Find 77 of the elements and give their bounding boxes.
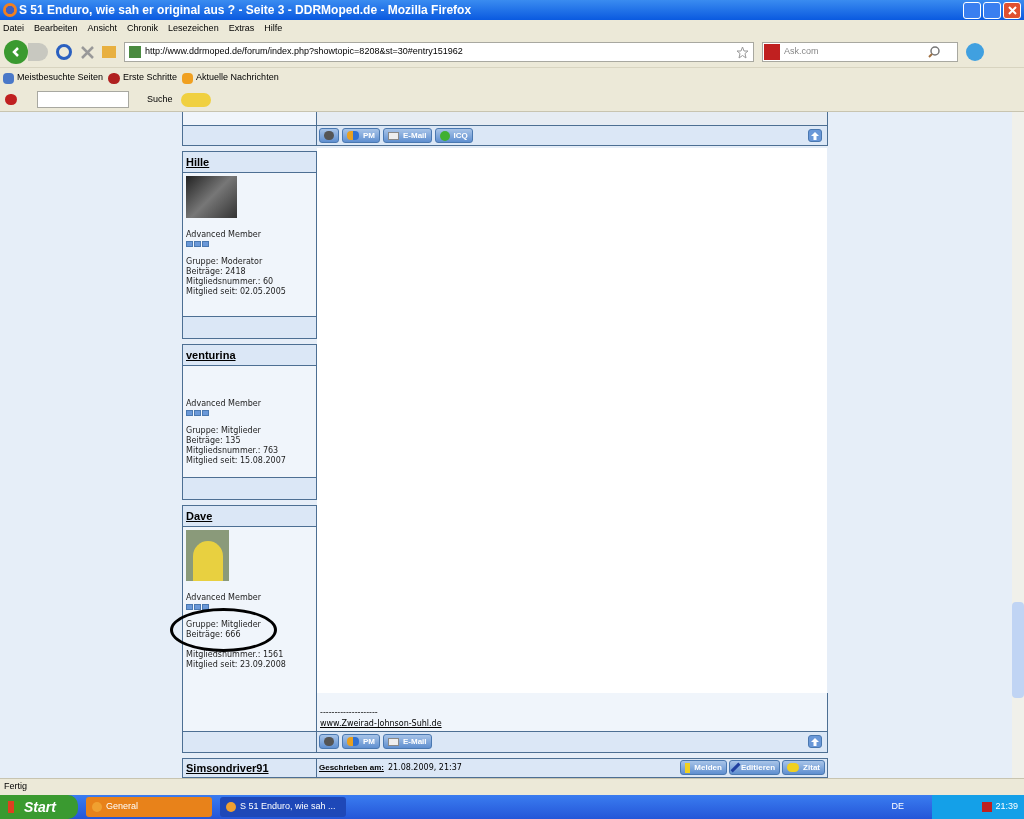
menu-item[interactable]: Hilfe: [264, 21, 283, 36]
app-icon: [226, 802, 236, 812]
bookmark-icon: [108, 72, 121, 84]
rank-pips-icon: [186, 604, 209, 611]
pencil-icon: [730, 762, 741, 773]
bookmark-link[interactable]: Erste Schritte: [123, 71, 178, 85]
member-stat: Gruppe: Mitglieder: [186, 426, 262, 436]
site-icon: [129, 46, 141, 58]
profile-button[interactable]: [319, 128, 339, 144]
x-icon: [80, 45, 94, 59]
search-icon: [928, 46, 940, 58]
scroll-up-button[interactable]: [808, 735, 822, 749]
rank-pips-icon: [186, 410, 209, 417]
taskbar-button[interactable]: S 51 Enduro, wie sah ...: [220, 797, 346, 817]
search-field[interactable]: Ask.com: [762, 42, 958, 62]
profile-button[interactable]: [319, 734, 339, 750]
member-stat: Mitglied seit: 15.08.2007: [186, 456, 287, 467]
rank-pips-icon: [186, 241, 209, 248]
member-stat: Gruppe: Moderator: [186, 257, 264, 267]
up-arrow-icon: [811, 131, 819, 140]
star-icon[interactable]: [736, 45, 749, 59]
member-stat: Beiträge: 135: [186, 436, 242, 446]
reload-button[interactable]: [56, 44, 72, 60]
member-stat: Beiträge: 2418: [186, 267, 247, 277]
member-rank: Advanced Member: [186, 593, 262, 604]
member-stat: Mitgliedsnummer.: 1561: [186, 650, 285, 660]
menu-item[interactable]: Ansicht: [87, 21, 118, 36]
envelope-icon: [388, 737, 399, 746]
clock: 21:39: [995, 800, 1018, 814]
member-rank: Advanced Member: [186, 230, 262, 241]
member-name-link[interactable]: venturina: [186, 347, 236, 364]
rss-icon: [182, 72, 194, 84]
toolbar-field[interactable]: [37, 91, 129, 108]
app-icon: [92, 802, 102, 812]
menu-item[interactable]: Bearbeiten: [34, 21, 78, 36]
member-stat: Gruppe: Mitglieder: [186, 620, 261, 630]
bookmark-link[interactable]: Meistbesuchte Seiten: [17, 71, 104, 85]
close-button[interactable]: [1003, 1, 1021, 19]
member-name-link[interactable]: Dave: [186, 508, 213, 525]
member-stat: Mitgliedsnummer.: 763: [186, 446, 280, 456]
menu-item[interactable]: Datei: [3, 21, 24, 36]
search-input[interactable]: Ask.com: [784, 45, 924, 59]
member-stat: Mitgliedsnummer.: 60: [186, 277, 275, 287]
bookmark-link[interactable]: Aktuelle Nachrichten: [196, 71, 279, 85]
url-field[interactable]: http://www.ddrmoped.de/forum/index.php?showtopic=8208&st=30#entry151962: [124, 42, 754, 62]
menu-item[interactable]: Chronik: [127, 21, 159, 36]
search-bookmark-icon: [3, 72, 14, 84]
scroll-thumb[interactable]: [1012, 602, 1024, 698]
member-stat: Beiträge: 666: [186, 630, 242, 641]
window-title: S 51 Enduro, wie sah er original aus ? - Seite 3 - DDRMoped.de - Mozilla Firefox: [19, 2, 472, 19]
start-button[interactable]: Start: [0, 795, 78, 819]
written-label: Geschrieben am:: [319, 761, 384, 774]
signature-link[interactable]: www.Zweirad-Johnson-Suhl.de: [320, 718, 824, 730]
member-name-link[interactable]: Simsondriver91: [186, 759, 269, 777]
maximize-button[interactable]: [983, 1, 1001, 19]
status-text: Fertig: [4, 780, 27, 794]
stop-button[interactable]: [80, 45, 94, 59]
toolbar-search-label[interactable]: Suche: [147, 92, 173, 107]
search-engine-icon: [764, 44, 780, 60]
close-x-icon: [1007, 5, 1017, 15]
tray-icon: [982, 802, 993, 812]
minimize-button[interactable]: [963, 1, 981, 19]
up-arrow-icon: [811, 737, 819, 746]
member-stat: Mitglied seit: 23.09.2008: [186, 660, 287, 671]
envelope-icon: [388, 131, 399, 140]
photo-placeholder: [186, 176, 237, 219]
signature-rule: --------------------: [320, 708, 379, 719]
menu-item[interactable]: Lesezeichen: [168, 21, 219, 36]
member-rank: Advanced Member: [186, 399, 262, 410]
back-button[interactable]: [4, 40, 28, 64]
scrollbar[interactable]: [1012, 112, 1024, 778]
scroll-up-button[interactable]: [808, 129, 822, 143]
language-indicator: DE: [891, 800, 904, 814]
post-date: 21.08.2009, 21:37: [387, 761, 462, 774]
menu-item[interactable]: Extras: [228, 21, 255, 36]
member-stat: Mitglied seit: 02.05.2005: [186, 287, 287, 298]
member-name-link[interactable]: Hille: [186, 154, 210, 171]
